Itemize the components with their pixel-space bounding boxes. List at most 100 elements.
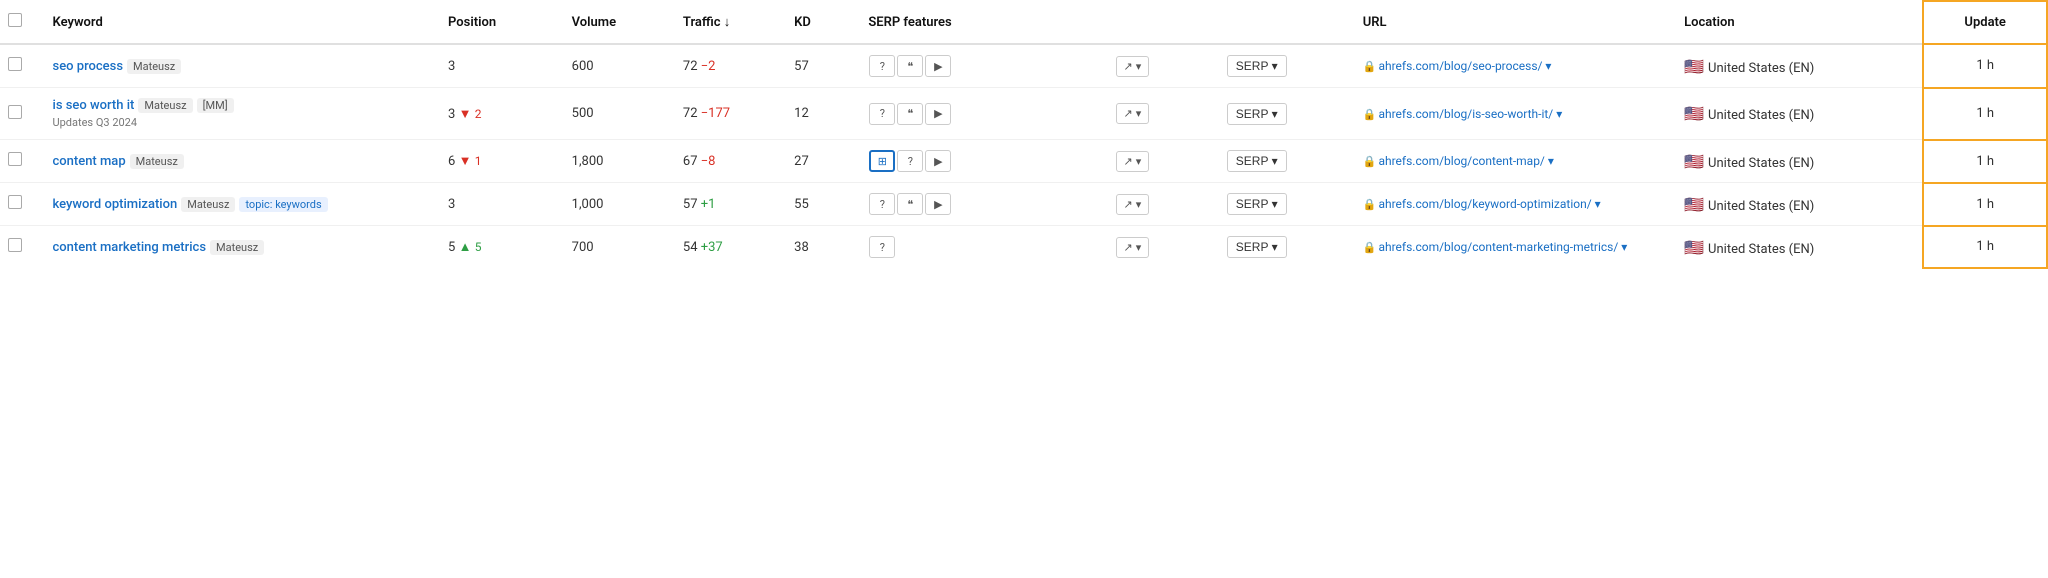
col-header-kd[interactable]: KD (786, 1, 860, 44)
volume-cell: 700 (564, 226, 675, 269)
update-cell: 1 h (1923, 183, 2047, 226)
serp-features-cell: ⊞?▶ (860, 140, 1107, 183)
serp-icon-question[interactable]: ? (869, 55, 895, 77)
select-all-checkbox[interactable] (8, 13, 22, 27)
row-checkbox-4[interactable] (8, 238, 22, 252)
url-cell: 🔒ahrefs.com/blog/content-map/ ▾ (1355, 140, 1676, 183)
url-link[interactable]: ahrefs.com/blog/content-marketing-metric… (1378, 240, 1627, 254)
url-cell: 🔒ahrefs.com/blog/keyword-optimization/ ▾ (1355, 183, 1676, 226)
traffic-cell: 54 +37 (675, 226, 786, 269)
traffic-change: −2 (701, 59, 716, 74)
col-header-serp[interactable]: SERP features (860, 1, 1107, 44)
row-checkbox-3[interactable] (8, 195, 22, 209)
traffic-change: +37 (701, 240, 723, 255)
table-row: keyword optimizationMateusztopic: keywor… (0, 183, 2047, 226)
keyword-link[interactable]: content map (53, 154, 126, 169)
lock-icon: 🔒 (1363, 241, 1377, 254)
serp-button[interactable]: SERP ▾ (1227, 150, 1287, 172)
location-cell: 🇺🇸United States (EN) (1676, 183, 1923, 226)
row-checkbox-cell (0, 183, 45, 226)
keyword-tag: [MM] (197, 98, 234, 113)
serp-button[interactable]: SERP ▾ (1227, 193, 1287, 215)
keyword-row-content: seo processMateusz (53, 59, 433, 74)
chart-button[interactable]: ↗ ▾ (1116, 194, 1150, 215)
chart-btn-cell: ↗ ▾ (1108, 44, 1219, 88)
traffic-cell: 72 −2 (675, 44, 786, 88)
row-checkbox-1[interactable] (8, 105, 22, 119)
col-header-position[interactable]: Position (440, 1, 564, 44)
chart-button[interactable]: ↗ ▾ (1116, 103, 1150, 124)
location-cell: 🇺🇸United States (EN) (1676, 44, 1923, 88)
serp-icon-quote[interactable]: ❝ (897, 55, 923, 77)
chart-button[interactable]: ↗ ▾ (1116, 56, 1150, 77)
serp-btn-cell: SERP ▾ (1219, 183, 1355, 226)
chart-button[interactable]: ↗ ▾ (1116, 237, 1150, 258)
url-link[interactable]: ahrefs.com/blog/seo-process/ ▾ (1378, 59, 1551, 73)
table-row: content mapMateusz 6 ▼ 11,800 67 −8 27⊞?… (0, 140, 2047, 183)
position-value: 3 (448, 197, 455, 212)
serp-icon-image[interactable]: ⊞ (869, 150, 895, 172)
url-cell: 🔒ahrefs.com/blog/is-seo-worth-it/ ▾ (1355, 88, 1676, 140)
chart-button[interactable]: ↗ ▾ (1116, 151, 1150, 172)
url-cell: 🔒ahrefs.com/blog/content-marketing-metri… (1355, 226, 1676, 269)
keyword-link[interactable]: content marketing metrics (53, 240, 207, 255)
serp-icon-question[interactable]: ? (869, 193, 895, 215)
col-header-location[interactable]: Location (1676, 1, 1923, 44)
kd-cell: 57 (786, 44, 860, 88)
pos-change-value: 5 (475, 240, 482, 254)
keyword-row-content: content marketing metricsMateusz (53, 240, 433, 255)
update-value: 1 h (1976, 197, 1994, 212)
keyword-link[interactable]: seo process (53, 59, 124, 74)
keyword-link[interactable]: is seo worth it (53, 98, 135, 113)
position-cell: 3 ▼ 2 (440, 88, 564, 140)
serp-icon-play[interactable]: ▶ (925, 55, 951, 77)
serp-icon-quote[interactable]: ❝ (897, 193, 923, 215)
serp-icon-question[interactable]: ? (869, 103, 895, 125)
col-header-url[interactable]: URL (1355, 1, 1676, 44)
lock-icon: 🔒 (1363, 198, 1377, 211)
serp-icon-question[interactable]: ? (869, 236, 895, 258)
serp-button[interactable]: SERP ▾ (1227, 55, 1287, 77)
pos-change-value: 2 (475, 107, 482, 121)
keywords-table: Keyword Position Volume Traffic ↓ KD SER… (0, 0, 2048, 269)
serp-icon-play[interactable]: ▶ (925, 193, 951, 215)
keyword-cell: content mapMateusz (45, 140, 441, 183)
serp-button[interactable]: SERP ▾ (1227, 236, 1287, 258)
row-checkbox-2[interactable] (8, 152, 22, 166)
location-cell: 🇺🇸United States (EN) (1676, 140, 1923, 183)
serp-icon-play[interactable]: ▶ (925, 103, 951, 125)
keyword-row-content: is seo worth itMateusz[MM] (53, 98, 433, 113)
serp-features-cell: ?❝▶ (860, 88, 1107, 140)
volume-cell: 1,000 (564, 183, 675, 226)
serp-icon-play[interactable]: ▶ (925, 150, 951, 172)
update-value: 1 h (1976, 154, 1994, 169)
serp-button[interactable]: SERP ▾ (1227, 103, 1287, 125)
serp-icon-question[interactable]: ? (897, 150, 923, 172)
col-header-traffic[interactable]: Traffic ↓ (675, 1, 786, 44)
table-header-row: Keyword Position Volume Traffic ↓ KD SER… (0, 1, 2047, 44)
col-header-serpbtn-gap (1219, 1, 1355, 44)
pos-triangle-down-icon: ▼ (459, 107, 472, 122)
update-cell: 1 h (1923, 88, 2047, 140)
url-link[interactable]: ahrefs.com/blog/is-seo-worth-it/ ▾ (1378, 107, 1562, 121)
col-header-keyword[interactable]: Keyword (45, 1, 441, 44)
update-value: 1 h (1976, 58, 1994, 73)
flag-icon: 🇺🇸 (1684, 195, 1704, 214)
keyword-cell: content marketing metricsMateusz (45, 226, 441, 269)
update-cell: 1 h (1923, 44, 2047, 88)
serp-features-cell: ? (860, 226, 1107, 269)
volume-cell: 500 (564, 88, 675, 140)
keyword-row-content: content mapMateusz (53, 154, 433, 169)
url-cell: 🔒ahrefs.com/blog/seo-process/ ▾ (1355, 44, 1676, 88)
col-header-volume[interactable]: Volume (564, 1, 675, 44)
chart-btn-cell: ↗ ▾ (1108, 88, 1219, 140)
serp-icon-quote[interactable]: ❝ (897, 103, 923, 125)
row-checkbox-0[interactable] (8, 57, 22, 71)
position-cell: 6 ▼ 1 (440, 140, 564, 183)
traffic-cell: 67 −8 (675, 140, 786, 183)
update-cell: 1 h (1923, 226, 2047, 269)
keyword-link[interactable]: keyword optimization (53, 197, 178, 212)
url-link[interactable]: ahrefs.com/blog/keyword-optimization/ ▾ (1378, 197, 1600, 211)
col-header-update: Update (1923, 1, 2047, 44)
url-link[interactable]: ahrefs.com/blog/content-map/ ▾ (1378, 154, 1553, 168)
